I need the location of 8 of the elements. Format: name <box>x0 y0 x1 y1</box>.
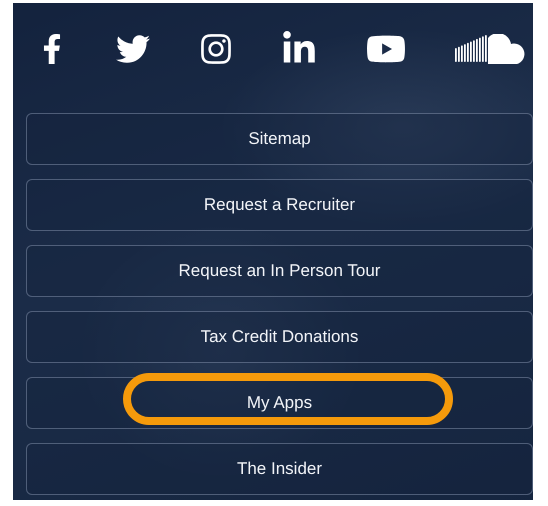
menu-button[interactable]: Request an In Person Tour <box>26 245 533 297</box>
menu-button[interactable]: Tax Credit Donations <box>26 311 533 363</box>
menu-button[interactable]: Request a Recruiter <box>26 179 533 231</box>
menu-button[interactable]: The Insider <box>26 443 533 495</box>
cloud-icon[interactable] <box>454 34 527 64</box>
camera-icon[interactable] <box>198 32 233 66</box>
menu-button[interactable]: Sitemap <box>26 113 533 165</box>
bird-icon[interactable] <box>116 32 150 66</box>
